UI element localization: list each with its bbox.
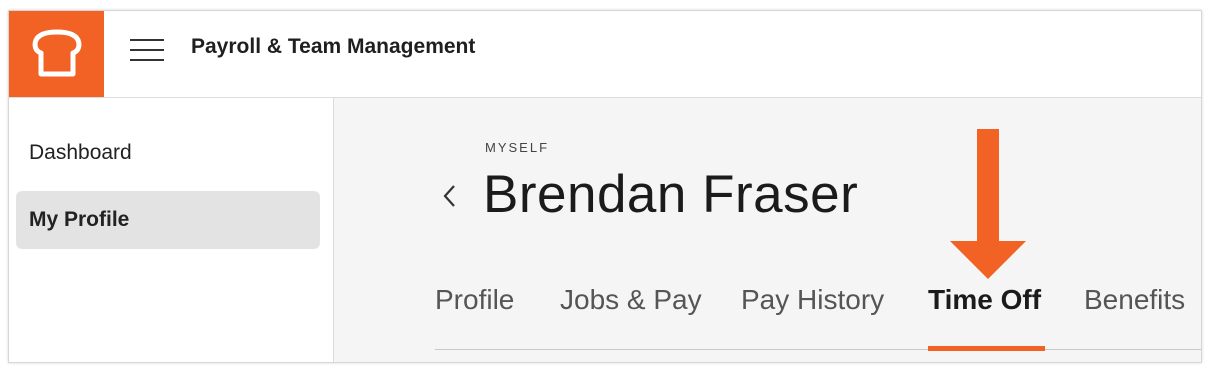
active-tab-indicator <box>928 346 1045 351</box>
sidebar-item-dashboard[interactable]: Dashboard <box>16 124 320 182</box>
app-title: Payroll & Team Management <box>191 35 476 58</box>
main-content: MYSELF Brendan Fraser Profile Jobs & Pay… <box>334 98 1201 362</box>
page-title: Brendan Fraser <box>483 165 859 224</box>
section-eyebrow: MYSELF <box>485 140 550 155</box>
app-window: Payroll & Team Management Dashboard My P… <box>8 10 1202 363</box>
logo[interactable] <box>9 11 104 97</box>
tab-pay-history[interactable]: Pay History <box>741 284 884 316</box>
sidebar: Dashboard My Profile <box>9 98 334 362</box>
tab-profile[interactable]: Profile <box>435 284 514 316</box>
top-bar: Payroll & Team Management <box>9 11 1201 98</box>
tab-benefits[interactable]: Benefits <box>1084 284 1185 316</box>
toast-bread-icon <box>32 29 82 77</box>
tab-time-off[interactable]: Time Off <box>928 284 1041 316</box>
sidebar-item-my-profile[interactable]: My Profile <box>16 191 320 249</box>
hamburger-menu-icon[interactable] <box>130 39 164 63</box>
chevron-left-icon[interactable] <box>438 182 462 210</box>
down-arrow-icon <box>950 129 1026 279</box>
tab-jobs-pay[interactable]: Jobs & Pay <box>560 284 702 316</box>
tab-divider <box>435 349 1201 350</box>
